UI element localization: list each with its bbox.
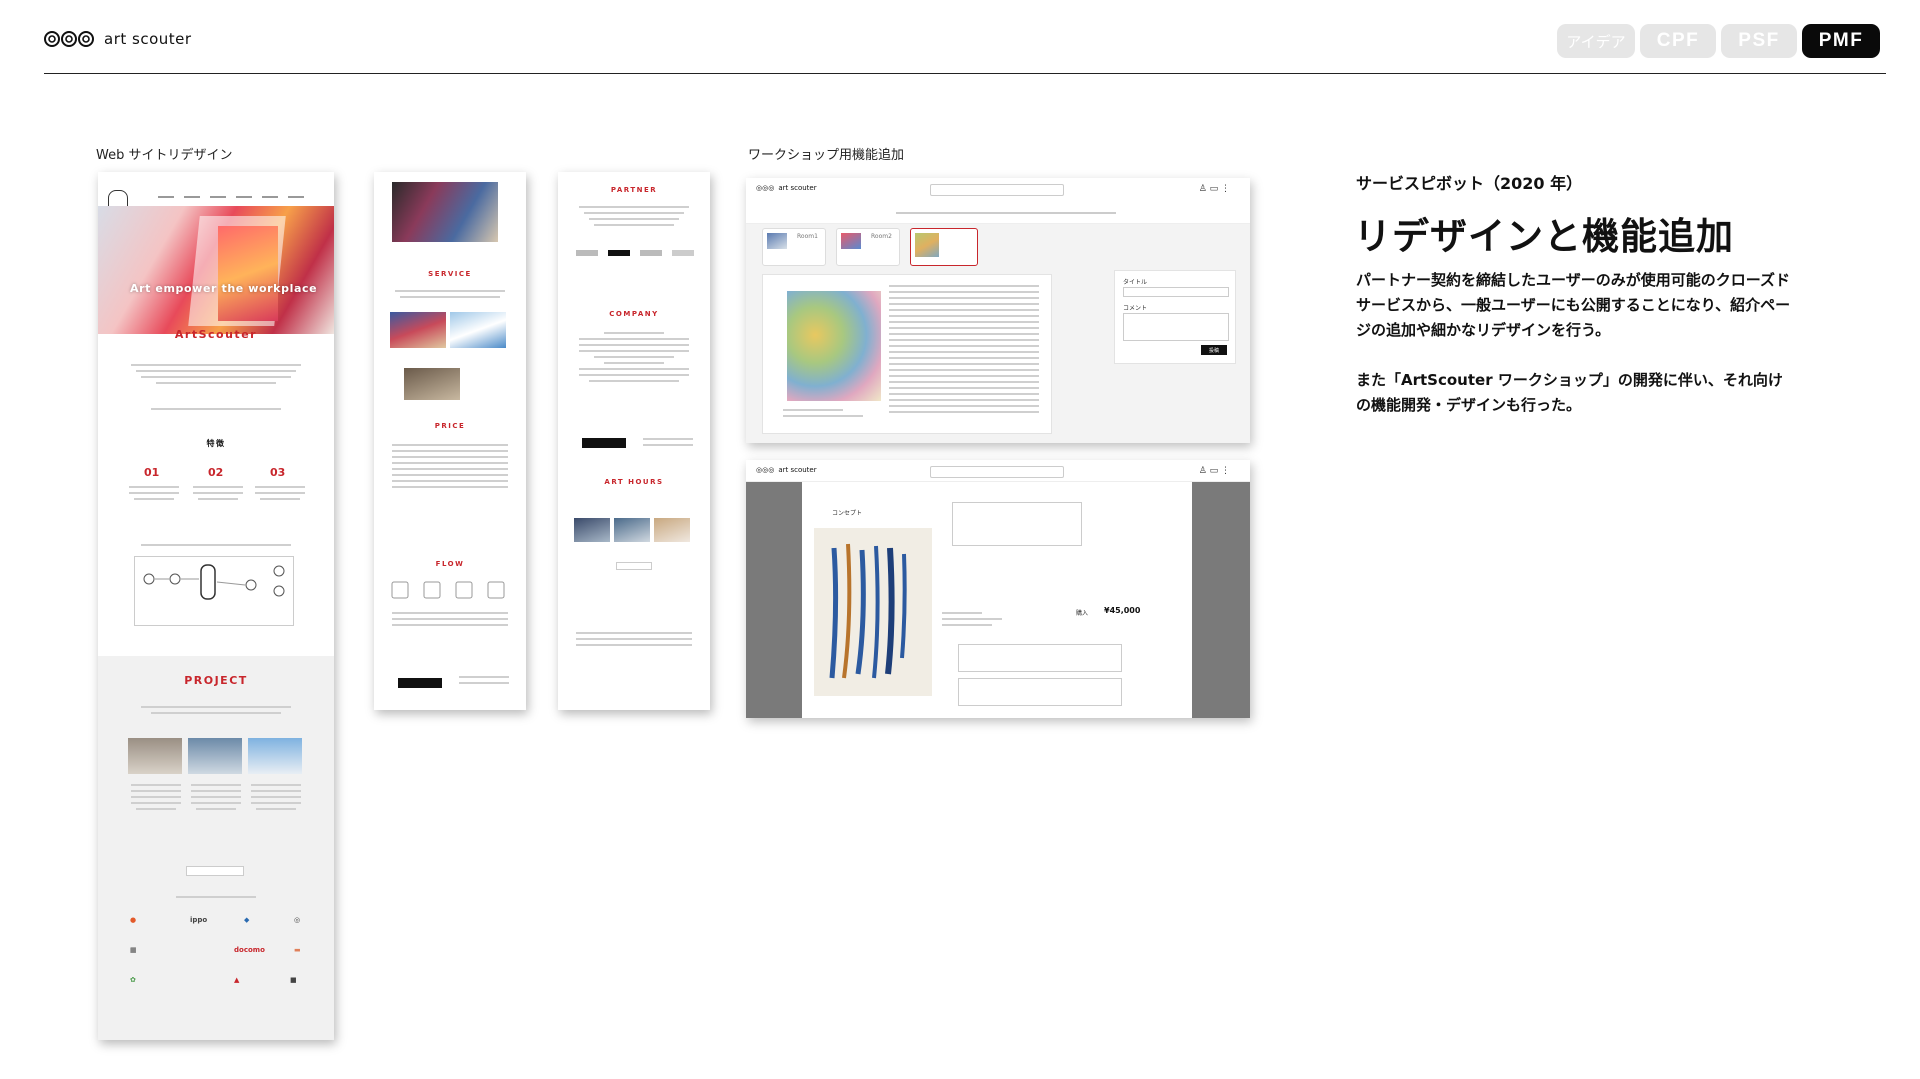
section-kicker: サービスピボット（2020 年） [1356, 174, 1583, 193]
screen1-header-icons[interactable]: ♙ ▭ ⋮ [1199, 184, 1230, 194]
service-thumb-1 [390, 312, 446, 348]
project-thumb-1[interactable] [128, 738, 182, 774]
page-nav [158, 196, 328, 202]
screen1-search-input[interactable] [930, 184, 1064, 196]
service-hero-image [392, 182, 498, 242]
brand-logo[interactable]: art scouter [44, 30, 192, 48]
art-hours-thumb-2 [614, 518, 650, 542]
partner-logo-1: ● [130, 916, 137, 924]
web-redesign-label: Web サイトリデザイン [96, 148, 233, 163]
intro-text [126, 364, 306, 388]
stage-cpf[interactable]: CPF [1640, 24, 1716, 58]
comment-input[interactable] [1123, 313, 1229, 341]
partner-logo-ippo: ippo [190, 916, 208, 924]
screen1-logo-icon: ◎◎◎ [756, 184, 775, 192]
price-title: PRICE [434, 422, 466, 430]
concept-label: コンセプト [832, 510, 863, 517]
artwork-ink-image[interactable] [814, 528, 932, 696]
project-more-button[interactable] [186, 866, 244, 876]
artwork-detail-panel [762, 274, 1052, 434]
service-contact-button[interactable] [398, 678, 442, 688]
website-page-top: Art empower the workplace ArtScouter 特徴 … [98, 172, 334, 1040]
feature-number-2: 02 [208, 466, 224, 479]
screen2-header-icons[interactable]: ♙ ▭ ⋮ [1199, 466, 1230, 476]
platform-diagram [134, 556, 294, 626]
right-overlay [1192, 482, 1250, 718]
left-overlay [746, 482, 802, 718]
project-thumb-2[interactable] [188, 738, 242, 774]
artwork-price: ¥45,000 [1104, 606, 1141, 615]
submit-button[interactable]: 投稿 [1201, 345, 1227, 355]
artwork-image[interactable] [787, 291, 881, 401]
section-headline: リデザインと機能追加 [1354, 215, 1734, 258]
screen2-logo[interactable]: ◎◎◎ art scouter [756, 466, 817, 474]
stage-idea[interactable]: アイデア [1557, 24, 1635, 58]
art-scouter-logo-icon [44, 31, 94, 47]
stage-pmf[interactable]: PMF [1802, 24, 1880, 58]
art-hours-thumb-3 [654, 518, 690, 542]
features-title: 特徴 [206, 439, 226, 448]
art-hours-thumb-1 [574, 518, 610, 542]
workshop-feature-label: ワークショップ用機能追加 [748, 148, 905, 163]
screen1-logo[interactable]: ◎◎◎ art scouter [756, 184, 817, 192]
website-page-partner: PARTNER COMPANY ART HOURS [558, 172, 710, 710]
memo-box[interactable] [958, 678, 1122, 706]
brand-title: ArtScouter [174, 328, 258, 341]
partner-logo-9: ▲ [234, 976, 240, 984]
website-page-service: SERVICE PRICE FLOW [374, 172, 526, 710]
project-thumb-3[interactable] [248, 738, 302, 774]
art-hours-title: ART HOURS [604, 478, 664, 486]
partner-logo-4: ◎ [294, 916, 301, 924]
flow-title: FLOW [435, 560, 465, 568]
hero-image: Art empower the workplace [98, 206, 334, 334]
partner-logo-5: ▦ [130, 946, 137, 954]
partner-logo-3: ◆ [244, 916, 250, 924]
screen1-nav [896, 212, 1116, 214]
company-title: COMPANY [609, 310, 659, 318]
art-hours-more-button[interactable] [616, 562, 652, 570]
post-form-panel: タイトル コメント 投稿 [1114, 270, 1236, 364]
description-paragraph-2: また「ArtScouter ワークショップ」の開発に伴い、それ向けの機能開発・デ… [1356, 371, 1783, 414]
room-card-2[interactable]: Room2 [836, 228, 900, 266]
partner-title: PARTNER [610, 186, 658, 194]
stage-indicator: アイデア CPF PSF PMF [1557, 24, 1880, 58]
concept-input[interactable] [952, 502, 1082, 546]
stage-psf[interactable]: PSF [1721, 24, 1797, 58]
room-card-1[interactable]: Room1 [762, 228, 826, 266]
title-field-label: タイトル [1123, 279, 1148, 286]
workshop-screen-rooms: ◎◎◎ art scouter ♙ ▭ ⋮ Room1 Room2 タイトル コ… [746, 178, 1250, 443]
feature-number-1: 01 [144, 466, 160, 479]
project-title: PROJECT [184, 674, 248, 687]
hero-tagline: Art empower the workplace [130, 282, 318, 295]
screen2-search-input[interactable] [930, 466, 1064, 478]
purchase-label: 購入 [1076, 610, 1089, 617]
title-input[interactable] [1123, 287, 1229, 297]
room-card-selected[interactable] [910, 228, 978, 266]
service-thumb-2 [450, 312, 506, 348]
partner-logo-8: ✿ [130, 976, 136, 984]
partner-contact-button[interactable] [582, 438, 626, 448]
comment-box[interactable] [958, 644, 1122, 672]
service-title: SERVICE [428, 270, 472, 278]
feature-number-3: 03 [270, 466, 286, 479]
partner-logo-7: ▬ [294, 946, 301, 954]
flow-step-icons [391, 581, 505, 599]
workshop-screen-artwork: ◎◎◎ art scouter ♙ ▭ ⋮ コンセプト 購入 ¥45,000 [746, 460, 1250, 718]
description-paragraph-1: パートナー契約を締結したユーザーのみが使用可能のクローズドサービスから、一般ユー… [1356, 271, 1791, 339]
screen2-logo-icon: ◎◎◎ [756, 466, 775, 474]
partner-logo-10: ■ [290, 976, 297, 984]
partner-logo-docomo: docomo [234, 946, 265, 954]
page-header: art scouter アイデア CPF PSF PMF [44, 20, 1886, 74]
logo-text: art scouter [104, 30, 192, 48]
service-thumb-3 [404, 368, 460, 400]
people-diagram-icon [143, 564, 285, 600]
comment-field-label: コメント [1123, 305, 1148, 312]
